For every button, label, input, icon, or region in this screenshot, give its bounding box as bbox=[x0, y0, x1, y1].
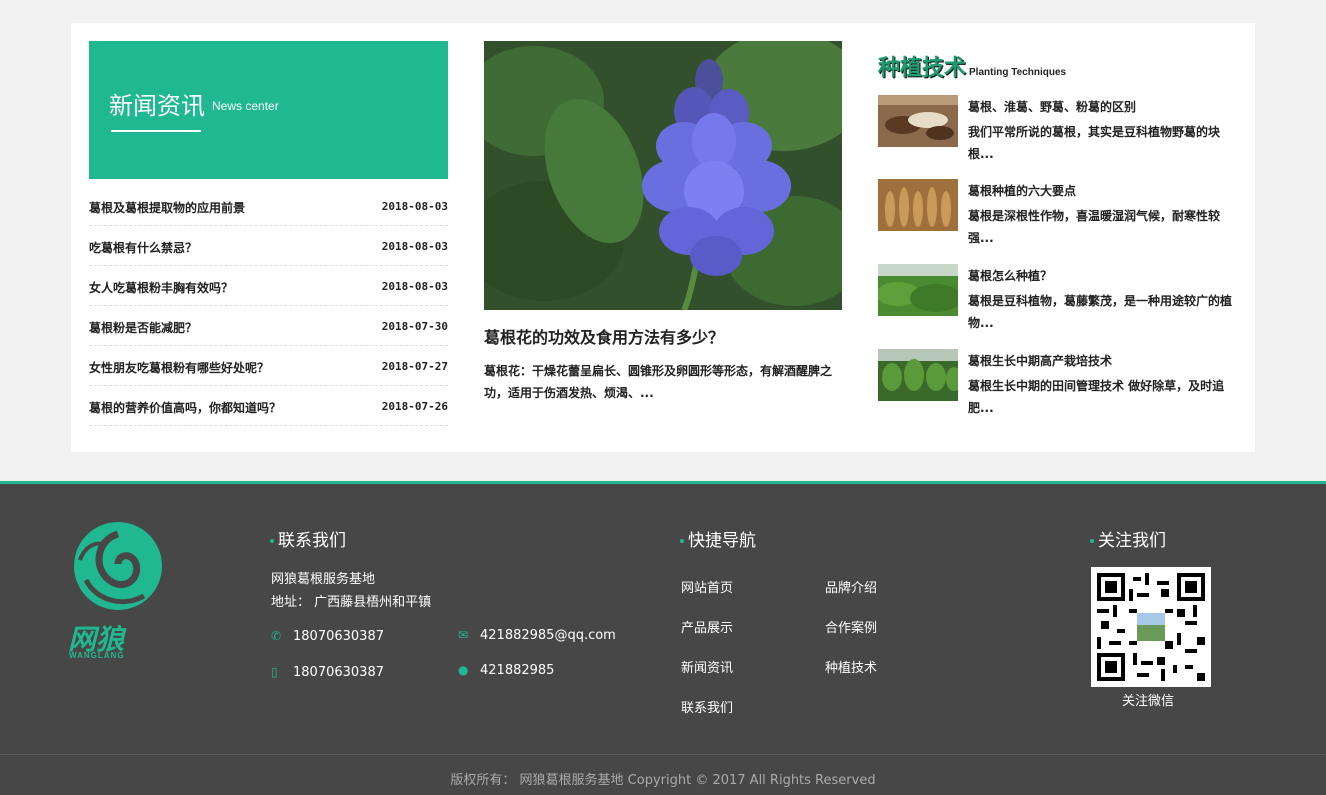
contact-qq[interactable]: ● 421882985 bbox=[458, 663, 554, 678]
nav-link-home[interactable]: 网站首页 bbox=[681, 577, 733, 596]
footer: 网狼 WANGLANG 联系我们 网狼葛根服务基地 地址： 广西藤县梧州和平镇 … bbox=[0, 481, 1326, 795]
qr-caption: 关注微信 bbox=[1122, 694, 1175, 709]
news-title-en: News center bbox=[212, 99, 279, 113]
mobile-icon: ▯ bbox=[271, 665, 278, 679]
brand-name-en: WANGLANG bbox=[69, 651, 125, 660]
kudzu-roots-icon[interactable] bbox=[878, 95, 958, 147]
nav-link-brand[interactable]: 品牌介绍 bbox=[825, 577, 877, 596]
tech-item-desc: 葛根是深根性作物，喜温暖湿润气候，耐寒性较强... bbox=[968, 209, 1221, 245]
news-center-banner[interactable]: 新闻资讯 News center bbox=[89, 41, 448, 179]
tech-item[interactable]: 葛根生长中期高产栽培技术 葛根生长中期的田间管理技术 做好除草，及时追肥... bbox=[878, 349, 1238, 419]
feature-description: 葛根花：干燥花蕾呈扁长、圆锥形及卵圆形等形态，有解酒醒脾之功，适用于伤酒发热、烦… bbox=[484, 364, 833, 400]
news-item[interactable]: 葛根及葛根提取物的应用前景 2018-08-03 bbox=[89, 186, 448, 226]
news-item-date: 2018-07-30 bbox=[381, 320, 448, 333]
tech-item[interactable]: 葛根种植的六大要点 葛根是深根性作物，喜温暖湿润气候，耐寒性较强... bbox=[878, 179, 1238, 249]
tech-heading: 种植技术 Planting Techniques bbox=[878, 50, 1066, 82]
tech-item[interactable]: 葛根、淮葛、野葛、粉葛的区别 我们平常所说的葛根，其实是豆科植物野葛的块根... bbox=[878, 95, 1238, 165]
news-item[interactable]: 葛根粉是否能减肥？ 2018-07-30 bbox=[89, 306, 448, 346]
qr-code-icon bbox=[1097, 573, 1205, 681]
email-icon: ✉ bbox=[458, 628, 469, 642]
contact-email[interactable]: ✉ 421882985@qq.com bbox=[458, 628, 616, 643]
news-item[interactable]: 女性朋友吃葛根粉有哪些好处呢？ 2018-07-27 bbox=[89, 346, 448, 386]
copyright-text: 版权所有： 网狼葛根服务基地 Copyright © 2017 All Righ… bbox=[450, 773, 876, 788]
news-item[interactable]: 葛根的营养价值高吗，你都知道吗？ 2018-07-26 bbox=[89, 386, 448, 426]
quick-nav-heading: 快捷导航 bbox=[680, 526, 756, 551]
kudzu-vines-thumb bbox=[878, 349, 958, 401]
contact-email-text: 421882985@qq.com bbox=[480, 628, 616, 643]
news-item-title[interactable]: 女性朋友吃葛根粉有哪些好处呢？ bbox=[89, 359, 269, 376]
qq-penguin-icon: ● bbox=[458, 663, 469, 677]
news-item-date: 2018-07-26 bbox=[381, 400, 448, 413]
brand-logo[interactable]: 网狼 WANGLANG bbox=[66, 520, 176, 660]
copyright-bar: 版权所有： 网狼葛根服务基地 Copyright © 2017 All Righ… bbox=[0, 754, 1326, 795]
contact-phone[interactable]: ✆ 18070630387 bbox=[271, 629, 384, 644]
kudzu-harvest-icon[interactable] bbox=[878, 179, 958, 231]
contact-mobile[interactable]: ▯ 18070630387 bbox=[271, 665, 384, 680]
wolf-swirl-logo-icon bbox=[74, 522, 162, 610]
news-title-cn: 新闻资讯 bbox=[109, 92, 205, 120]
contact-address: 地址： 广西藤县梧州和平镇 bbox=[271, 595, 432, 610]
quick-nav-heading-text: 快捷导航 bbox=[688, 531, 756, 551]
news-item-date: 2018-07-27 bbox=[381, 360, 448, 373]
contact-heading: 联系我们 bbox=[270, 526, 346, 551]
bullet-dot-icon bbox=[680, 539, 684, 543]
contact-heading-text: 联系我们 bbox=[278, 531, 346, 551]
news-item-title[interactable]: 葛根粉是否能减肥？ bbox=[89, 319, 197, 336]
nav-link-news[interactable]: 新闻资讯 bbox=[681, 657, 733, 676]
contact-mobile-text: 18070630387 bbox=[293, 665, 384, 680]
news-item[interactable]: 吃葛根有什么禁忌？ 2018-08-03 bbox=[89, 226, 448, 266]
tech-item-title[interactable]: 葛根怎么种植？ bbox=[968, 267, 1052, 284]
nav-link-planting[interactable]: 种植技术 bbox=[825, 657, 877, 676]
tech-item-title[interactable]: 葛根、淮葛、野葛、粉葛的区别 bbox=[968, 98, 1136, 115]
news-item-title[interactable]: 葛根及葛根提取物的应用前景 bbox=[89, 199, 245, 216]
tech-title-en: Planting Techniques bbox=[969, 67, 1067, 78]
bullet-dot-icon bbox=[270, 539, 274, 543]
follow-heading-text: 关注我们 bbox=[1098, 531, 1166, 551]
nav-link-products[interactable]: 产品展示 bbox=[681, 617, 733, 636]
tech-item-desc: 葛根生长中期的田间管理技术 做好除草，及时追肥... bbox=[968, 379, 1225, 415]
news-item-date: 2018-08-03 bbox=[381, 280, 448, 293]
tech-item-title[interactable]: 葛根种植的六大要点 bbox=[968, 182, 1076, 199]
kudzu-field-icon[interactable] bbox=[878, 264, 958, 316]
purple-flower-icon bbox=[484, 41, 842, 310]
tech-item-desc: 葛根是豆科植物，葛藤繁茂，是一种用途较广的植物... bbox=[968, 294, 1233, 330]
news-list: 葛根及葛根提取物的应用前景 2018-08-03 吃葛根有什么禁忌？ 2018-08… bbox=[89, 186, 448, 426]
kudzu-vines-icon[interactable] bbox=[878, 349, 958, 401]
tech-item-desc: 我们平常所说的葛根，其实是豆科植物野葛的块根... bbox=[968, 125, 1221, 161]
content-panel: 新闻资讯 News center 葛根及葛根提取物的应用前景 2018-08-03… bbox=[71, 23, 1255, 452]
wechat-qr-code[interactable] bbox=[1091, 567, 1211, 687]
nav-link-contact[interactable]: 联系我们 bbox=[681, 697, 733, 716]
contact-qq-text: 421882985 bbox=[480, 663, 555, 678]
bullet-dot-icon bbox=[1090, 539, 1094, 543]
nav-link-cases[interactable]: 合作案例 bbox=[825, 617, 877, 636]
tech-item-title[interactable]: 葛根生长中期高产栽培技术 bbox=[968, 352, 1112, 369]
news-item-date: 2018-08-03 bbox=[381, 240, 448, 253]
news-item-date: 2018-08-03 bbox=[381, 200, 448, 213]
tech-item[interactable]: 葛根怎么种植？ 葛根是豆科植物，葛藤繁茂，是一种用途较广的植物... bbox=[878, 264, 1238, 334]
banner-underline bbox=[111, 130, 201, 132]
phone-icon: ✆ bbox=[271, 629, 282, 643]
news-item-title[interactable]: 葛根的营养价值高吗，你都知道吗？ bbox=[89, 399, 281, 416]
feature-image[interactable] bbox=[484, 41, 842, 310]
contact-phone-text: 18070630387 bbox=[293, 629, 384, 644]
news-item-title[interactable]: 女人吃葛根粉丰胸有效吗？ bbox=[89, 279, 233, 296]
contact-company-name: 网狼葛根服务基地 bbox=[271, 572, 376, 587]
news-item-title[interactable]: 吃葛根有什么禁忌？ bbox=[89, 239, 197, 256]
feature-title[interactable]: 葛根花的功效及食用方法有多少？ bbox=[484, 324, 842, 348]
news-item[interactable]: 女人吃葛根粉丰胸有效吗？ 2018-08-03 bbox=[89, 266, 448, 306]
tech-title-cn: 种植技术 bbox=[878, 56, 967, 81]
follow-heading: 关注我们 bbox=[1090, 526, 1166, 551]
